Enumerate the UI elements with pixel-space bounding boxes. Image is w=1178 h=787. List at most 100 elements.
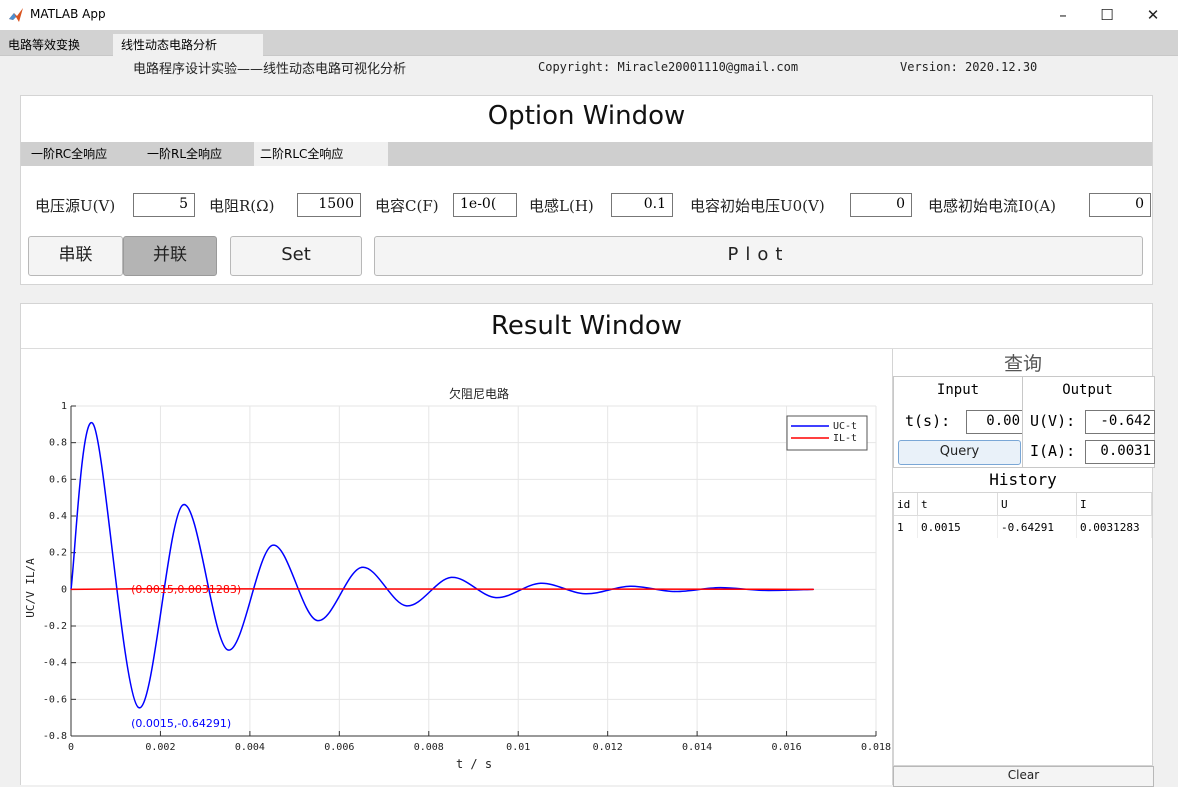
input-header: Input (936, 382, 980, 398)
y-tick-label: -0.6 (43, 694, 67, 705)
query-title: 查询 (1003, 353, 1042, 375)
data-point (584, 593, 586, 595)
tab-dynamic-circuit[interactable]: 线性动态电路分析 (113, 34, 263, 56)
table-row[interactable]: 1 0.0015 -0.64291 0.0031283 (894, 515, 1152, 538)
x-tick-label: 0.018 (861, 742, 891, 753)
circuit-subtabs: 一阶RC全响应 一阶RL全响应 二阶RLC全响应 (21, 142, 1152, 166)
initial-voltage-input[interactable]: 0 (850, 193, 912, 217)
data-point (405, 605, 408, 607)
data-point (674, 590, 676, 593)
data-point (629, 585, 631, 587)
matlab-logo-icon (8, 7, 24, 23)
y-tick-label: -0.2 (43, 621, 67, 632)
data-tip-label: (0.0015,0.0031283) (131, 583, 241, 596)
x-tick-label: 0.014 (682, 742, 712, 753)
main-tab-strip: 电路等效变换 线性动态电路分析 (0, 30, 1178, 56)
i-output: 0.0031 (1085, 440, 1155, 464)
minimize-button[interactable]: – (1040, 0, 1086, 30)
inductance-input[interactable]: 0.1 (611, 193, 673, 217)
history-cell-id: 1 (894, 515, 918, 538)
page-heading: 电路程序设计实验——线性动态电路可视化分析 (133, 62, 407, 77)
y-tick-label: 0 (61, 584, 67, 595)
subtab-rlc[interactable]: 二阶RLC全响应 (254, 142, 388, 166)
data-point (361, 566, 363, 568)
history-title: History (989, 470, 1057, 489)
y-axis-label: UC/V IL/A (24, 558, 37, 618)
x-tick-label: 0.006 (324, 742, 354, 753)
history-col-u: U (997, 493, 1077, 516)
history-header-row: id t U I (894, 493, 1152, 516)
x-tick-label: 0.008 (414, 742, 444, 753)
result-window-title: Result Window (490, 311, 683, 341)
x-axis-label: t / s (456, 757, 492, 771)
tab-equivalent-transform[interactable]: 电路等效变换 (0, 34, 88, 56)
series-button[interactable]: 串联 (28, 236, 123, 276)
response-chart: 欠阻尼电路 0 0.002 0.004 0.006 0.008 0.01 0.012 0.01… (24, 386, 891, 771)
y-tick-label: 0.6 (49, 474, 67, 485)
parallel-button[interactable]: 并联 (123, 236, 217, 276)
window-title: MATLAB App (30, 7, 106, 21)
y-tick-label: -0.4 (43, 658, 67, 669)
y-tick-label: 1 (61, 401, 67, 412)
capacitance-label: 电容C(F) (375, 197, 439, 215)
version-text: Version: 2020.12.30 (900, 60, 1038, 74)
data-point (70, 588, 72, 590)
data-point (450, 576, 452, 579)
history-col-id: id (894, 493, 918, 516)
clear-button[interactable]: Clear (893, 766, 1154, 787)
history-table: id t U I 1 0.0015 -0.64291 0.0031283 (894, 493, 1152, 538)
option-window: Option Window 一阶RC全响应 一阶RL全响应 二阶RLC全响应 电… (20, 95, 1153, 285)
subtab-rc[interactable]: 一阶RC全响应 (25, 142, 113, 166)
series-line-uct (70, 421, 814, 708)
chart-legend: UC-tIL-t (786, 415, 868, 451)
x-tick-label: 0.012 (593, 742, 623, 753)
initial-current-input[interactable]: 0 (1089, 193, 1151, 217)
x-tick-label: 0.002 (145, 742, 175, 753)
history-cell-i: 0.0031283 (1076, 515, 1152, 538)
data-point (226, 649, 229, 651)
y-tick-label: 0.2 (49, 548, 67, 559)
query-button[interactable]: Query (898, 440, 1021, 465)
y-tick-label: -0.8 (43, 731, 67, 742)
resistance-input[interactable]: 1500 (297, 193, 361, 217)
copyright-text: Copyright: Miracle20001110@gmail.com (538, 60, 799, 74)
history-col-t: t (917, 493, 998, 516)
data-tip-label: (0.0015,-0.64291) (131, 717, 231, 730)
query-panel: 查询 Input t(s): 0.00 Query Output U(V): -… (892, 349, 1155, 787)
history-cell-t: 0.0015 (917, 515, 998, 538)
data-point (92, 423, 94, 425)
initial-voltage-label: 电容初始电压U0(V) (690, 197, 825, 215)
title-bar: MATLAB App – ☐ ✕ (0, 0, 1178, 30)
query-input-box: Input t(s): 0.00 Query (893, 376, 1025, 468)
capacitance-input[interactable]: 1e-0( (453, 193, 517, 217)
y-tick-label: 0.4 (49, 511, 67, 522)
voltage-input[interactable]: 5 (133, 193, 195, 217)
close-button[interactable]: ✕ (1130, 0, 1176, 30)
data-point (271, 544, 273, 546)
legend-label: IL-t (833, 433, 857, 444)
output-header: Output (1062, 382, 1113, 398)
x-tick-label: 0 (68, 742, 74, 753)
option-window-title: Option Window (487, 101, 686, 131)
t-label: t(s): (905, 412, 951, 430)
i-label: I(A): (1030, 442, 1076, 460)
maximize-button[interactable]: ☐ (1084, 0, 1130, 30)
chart-title: 欠阻尼电路 (449, 386, 509, 401)
inductance-label: 电感L(H) (529, 197, 594, 215)
data-point (495, 596, 497, 599)
plot-button[interactable]: Plot (374, 236, 1143, 276)
data-point (718, 587, 721, 589)
t-input[interactable]: 0.00 (966, 410, 1024, 434)
data-point (182, 504, 184, 506)
u-label: U(V): (1030, 412, 1076, 430)
data-point (137, 706, 139, 708)
initial-current-label: 电感初始电流I0(A) (928, 197, 1057, 215)
x-tick-label: 0.01 (506, 742, 530, 753)
subtab-rl[interactable]: 一阶RL全响应 (141, 142, 228, 166)
legend-label: UC-t (833, 421, 857, 432)
resistance-label: 电阻R(Ω) (209, 197, 275, 215)
data-point (316, 619, 318, 622)
set-button[interactable]: Set (230, 236, 362, 276)
history-col-i: I (1076, 493, 1152, 516)
u-output: -0.642 (1085, 410, 1155, 434)
